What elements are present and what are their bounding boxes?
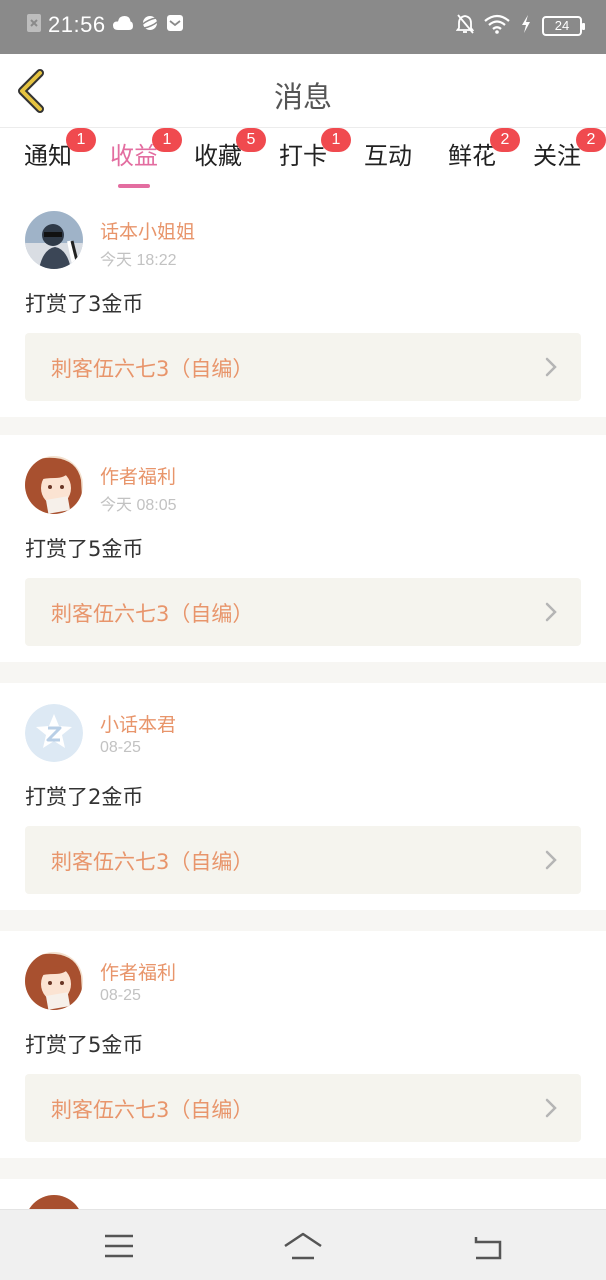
work-title: 刺客伍六七3（自编）	[51, 1098, 254, 1122]
list-item: 小话本君 08-25 打赏了2金币 刺客伍六七3（自编）	[0, 683, 606, 910]
tab-badge: 1	[66, 128, 96, 152]
message-text: 打赏了2金币	[25, 785, 144, 809]
planet-icon	[139, 13, 160, 37]
status-time: 21:56	[48, 12, 106, 37]
tab-label: 打卡	[279, 142, 327, 170]
tab-bar: 通知 1 收益 1 收藏 5 打卡 1 互动 鲜花 2 关注 2	[0, 128, 606, 190]
sender-name: 话本小姐姐	[100, 221, 196, 243]
message-time: 08-25	[100, 987, 141, 1004]
wifi-icon	[484, 14, 510, 38]
tab-favorites[interactable]: 收藏 5	[194, 128, 266, 180]
message-text: 打赏了5金币	[25, 1033, 144, 1057]
tab-checkin[interactable]: 打卡 1	[279, 128, 351, 180]
work-link[interactable]: 刺客伍六七3（自编）	[25, 826, 581, 894]
tab-earnings[interactable]: 收益 1	[110, 128, 182, 188]
work-title: 刺客伍六七3（自编）	[51, 357, 254, 381]
menu-icon[interactable]	[99, 1228, 139, 1264]
sender-name: 作者福利	[100, 466, 177, 488]
message-time: 今天 18:22	[100, 252, 177, 269]
tab-label: 收藏	[194, 142, 242, 170]
avatar[interactable]	[25, 952, 83, 1010]
list-item: 作者福利 08-25 打赏了5金币 刺客伍六七3（自编）	[0, 931, 606, 1158]
work-link[interactable]: 刺客伍六七3（自编）	[25, 1074, 581, 1142]
sender-name: 作者福利	[100, 962, 177, 984]
tab-label: 通知	[24, 142, 72, 170]
tab-notice[interactable]: 通知 1	[24, 128, 96, 180]
close-box-icon	[26, 13, 42, 37]
message-text: 打赏了5金币	[25, 537, 144, 561]
work-link[interactable]: 刺客伍六七3（自编）	[25, 333, 581, 401]
cloud-icon	[112, 15, 134, 35]
tab-label: 互动	[364, 142, 412, 170]
chevron-right-icon	[545, 1098, 557, 1118]
tab-label: 关注	[533, 142, 581, 170]
work-link[interactable]: 刺客伍六七3（自编）	[25, 578, 581, 646]
tab-follow[interactable]: 关注 2	[533, 128, 606, 180]
sender-name: 小话本君	[100, 714, 177, 736]
message-text: 打赏了3金币	[25, 292, 144, 316]
tab-badge: 1	[152, 128, 182, 152]
header: 消息	[0, 54, 606, 128]
bell-off-icon	[455, 14, 475, 38]
mail-icon	[166, 14, 184, 36]
tab-badge: 1	[321, 128, 351, 152]
back-icon[interactable]	[468, 1228, 508, 1264]
avatar[interactable]	[25, 704, 83, 762]
status-bar: 21:56 24	[0, 0, 606, 54]
tab-badge: 5	[236, 128, 266, 152]
list-item: 话本小姐姐 今天 18:22 打赏了3金币 刺客伍六七3（自编）	[0, 190, 606, 417]
system-nav-bar	[0, 1209, 606, 1280]
message-time: 今天 08:05	[100, 497, 177, 514]
work-title: 刺客伍六七3（自编）	[51, 602, 254, 626]
list-item: 作者福利 今天 08:05 打赏了5金币 刺客伍六七3（自编）	[0, 435, 606, 662]
avatar[interactable]	[25, 211, 83, 269]
home-icon[interactable]	[283, 1228, 323, 1264]
tab-label: 收益	[110, 142, 158, 170]
tab-label: 鲜花	[448, 142, 496, 170]
charging-icon	[520, 14, 532, 38]
chevron-right-icon	[545, 357, 557, 377]
message-time: 08-25	[100, 739, 141, 756]
chevron-right-icon	[545, 850, 557, 870]
tab-flowers[interactable]: 鲜花 2	[448, 128, 520, 180]
tab-interaction[interactable]: 互动	[364, 136, 412, 180]
avatar[interactable]	[25, 456, 83, 514]
list-item	[0, 1179, 606, 1253]
work-title: 刺客伍六七3（自编）	[51, 850, 254, 874]
tab-badge: 2	[576, 128, 606, 152]
page-title: 消息	[273, 80, 332, 114]
tab-badge: 2	[490, 128, 520, 152]
battery-icon: 24	[542, 16, 585, 36]
chevron-right-icon	[545, 602, 557, 622]
active-tab-indicator	[118, 184, 150, 188]
